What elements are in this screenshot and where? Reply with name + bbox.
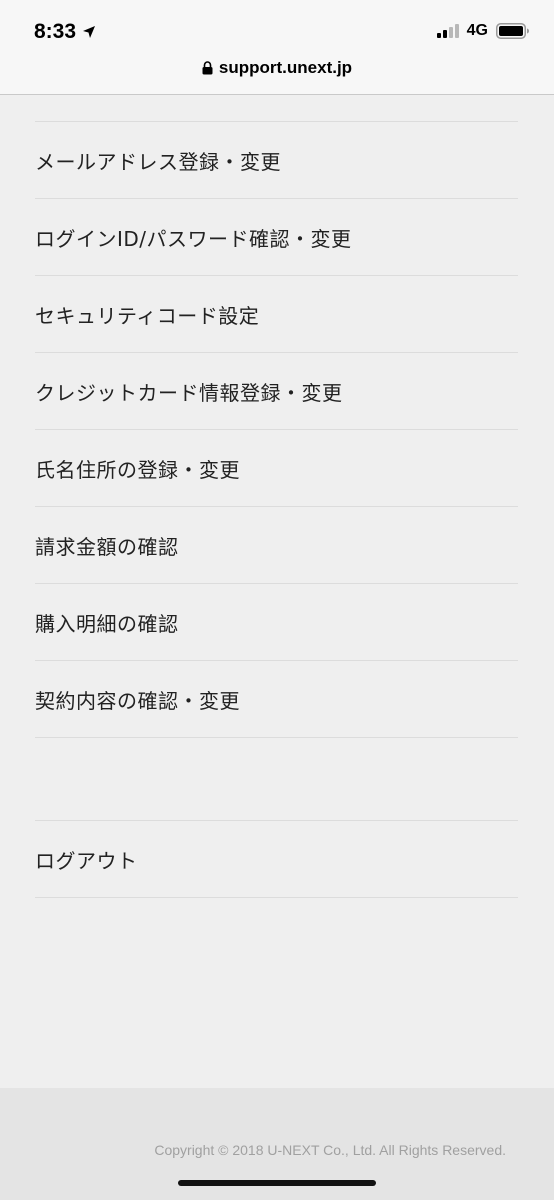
menu-item-name-address[interactable]: 氏名住所の登録・変更 [35,430,518,507]
menu-item-contract[interactable]: 契約内容の確認・変更 [35,661,518,738]
menu-item-label: クレジットカード情報登録・変更 [35,380,343,405]
url-domain: support.unext.jp [218,58,353,77]
menu-item-label: ログインID/パスワード確認・変更 [35,226,352,251]
menu-item-label: 氏名住所の登録・変更 [35,457,240,482]
battery-icon [496,23,530,39]
location-arrow-icon [82,25,96,39]
menu-item-security-code[interactable]: セキュリティコード設定 [35,276,518,353]
logout-label: ログアウト [35,848,138,873]
logout-section: ログアウト [35,820,518,898]
menu-item-label: 購入明細の確認 [35,611,179,636]
menu-item-label: セキュリティコード設定 [35,303,260,328]
menu-item-label: 契約内容の確認・変更 [35,688,240,713]
menu-item-purchase-details[interactable]: 購入明細の確認 [35,584,518,661]
address-bar[interactable]: support.unext.jp [0,58,554,78]
cellular-signal-icon [436,24,459,38]
menu-item-label: 請求金額の確認 [35,534,179,559]
browser-top-bar: 8:33 4G support.unext.jp [0,0,554,95]
home-indicator[interactable] [178,1180,376,1186]
status-time: 8:33 [34,20,96,44]
menu-item-credit-card[interactable]: クレジットカード情報登録・変更 [35,353,518,430]
status-time-text: 8:33 [34,20,77,43]
network-type: 4G [466,22,488,39]
status-indicators: 4G [436,22,530,40]
account-menu-list: メールアドレス登録・変更 ログインID/パスワード確認・変更 セキュリティコード… [35,121,518,738]
logout-button[interactable]: ログアウト [35,821,518,898]
lock-icon [202,61,213,75]
menu-item-billing-amount[interactable]: 請求金額の確認 [35,507,518,584]
menu-item-email[interactable]: メールアドレス登録・変更 [35,122,518,199]
menu-item-login-password[interactable]: ログインID/パスワード確認・変更 [35,199,518,276]
copyright-text: Copyright © 2018 U-NEXT Co., Ltd. All Ri… [154,1142,506,1158]
menu-item-label: メールアドレス登録・変更 [35,149,281,174]
